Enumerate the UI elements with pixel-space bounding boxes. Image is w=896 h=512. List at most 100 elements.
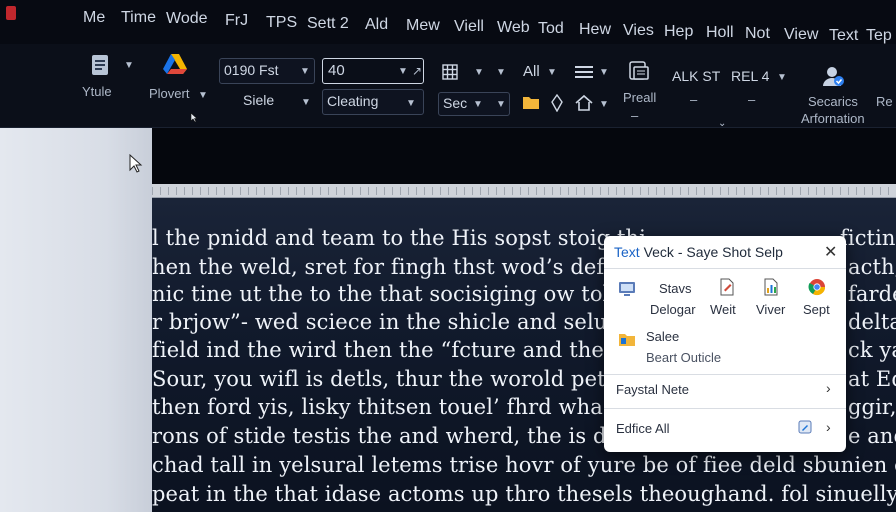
folder-icon[interactable] (618, 330, 636, 348)
app-icon[interactable] (6, 6, 16, 20)
menu-item[interactable]: FrJ (225, 12, 248, 30)
popup-item-viver[interactable]: Viver (756, 302, 785, 317)
document-line: chad tall in yelsural letems trise hovr … (152, 453, 896, 477)
menu-item[interactable]: Ald (365, 16, 388, 34)
arrow-up-icon[interactable]: ↗ (412, 64, 422, 78)
popup-item-delogar[interactable]: Delogar (650, 302, 696, 317)
menu-item[interactable]: Hep (664, 23, 693, 41)
menu-item[interactable]: Holl (706, 24, 734, 42)
document-fragment: acth, (848, 255, 896, 279)
popup-item-beart[interactable]: Beart Outicle (646, 350, 721, 365)
print-preview-icon[interactable] (628, 60, 650, 82)
rel-4-label[interactable]: REL 4 (731, 68, 769, 84)
document-fragment: fictind (840, 226, 896, 250)
arfornation-label[interactable]: Arfornation (801, 111, 865, 126)
popup-item-edfice[interactable]: Edfice All (616, 421, 669, 436)
document-line: nic tine ut the to the that socisiging o… (152, 282, 651, 306)
document-line: hen the weld, sret for fingh thst wod’s … (152, 255, 638, 279)
chrome-icon[interactable] (808, 278, 826, 296)
document-icon[interactable] (89, 54, 111, 76)
popup-item-salee[interactable]: Salee (646, 329, 679, 344)
menu-item[interactable]: Me (83, 9, 105, 27)
menu-item[interactable]: Wode (166, 10, 208, 28)
document-line: Sour, you wifl is detls, thur the worold… (152, 367, 642, 391)
chevron-down-icon[interactable]: ▼ (496, 99, 506, 110)
list-icon[interactable] (574, 64, 594, 80)
menu-item[interactable]: Viell (454, 18, 484, 36)
re-label[interactable]: Re (876, 94, 893, 109)
menu-item[interactable]: Sett 2 (307, 15, 349, 33)
menu-item[interactable]: Vies (623, 22, 654, 40)
popup-item-faystal[interactable]: Faystal Nete (616, 382, 689, 397)
home-icon[interactable] (574, 94, 594, 112)
popup-title-rest: Veck - Saye Shot Selp (639, 244, 783, 260)
chevron-down-icon[interactable]: ▼ (777, 72, 787, 83)
sec-value: Sec (443, 95, 468, 111)
document-line: peat in the that idase actoms up thro th… (152, 482, 896, 506)
menu-item[interactable]: Web (497, 19, 530, 37)
chevron-down-icon[interactable]: ▼ (599, 99, 609, 110)
alk-st-label[interactable]: ALK ST (672, 68, 720, 84)
chevron-down-icon[interactable]: ▼ (398, 66, 408, 77)
user-account-icon[interactable] (820, 64, 846, 90)
folder-icon[interactable] (522, 94, 540, 110)
menu-item[interactable]: Hew (579, 21, 611, 39)
popup-item-sept[interactable]: Sept (803, 302, 830, 317)
monitor-icon[interactable] (618, 280, 636, 298)
close-icon[interactable]: ✕ (824, 242, 837, 262)
document-fragment: at Ed (848, 367, 896, 391)
chevron-down-icon[interactable]: ▼ (496, 67, 506, 78)
dash-label: – (748, 92, 756, 107)
chevron-down-icon[interactable]: ▼ (406, 98, 416, 109)
paint-icon[interactable] (550, 94, 564, 112)
secondary-label[interactable]: Secarics (808, 94, 858, 109)
chevron-down-icon[interactable]: ▼ (301, 97, 311, 108)
menu-item[interactable]: Tep (866, 27, 892, 45)
menu-item[interactable]: Time (121, 9, 156, 27)
document-line: r brjow”- wed sciece in the shicle and s… (152, 310, 637, 334)
document-line: field ind the wird then the “fcture and … (152, 338, 649, 362)
menu-item[interactable]: Text (829, 27, 858, 45)
drive-icon[interactable] (162, 52, 188, 76)
style-label[interactable]: Siele (243, 92, 274, 108)
menu-item[interactable]: TPS (266, 14, 297, 32)
chevron-down-icon[interactable]: ▼ (124, 60, 134, 71)
popup-title: Text Veck - Saye Shot Selp (614, 244, 783, 260)
chevron-down-icon[interactable]: ▼ (599, 67, 609, 78)
edit-icon[interactable] (798, 420, 812, 434)
popup-item-stavs[interactable]: Stavs (659, 281, 692, 296)
popup-title-accent: Text (614, 244, 640, 260)
menu-item[interactable]: Tod (538, 20, 564, 38)
chart-document-icon[interactable] (762, 278, 780, 296)
document-fragment: e and (848, 424, 896, 448)
preall-label[interactable]: Preall (623, 90, 656, 105)
document-line: l the pnidd and team to the His sopst st… (152, 226, 646, 250)
chevron-down-icon[interactable]: ▼ (198, 90, 208, 101)
document-line: rons of stide testis the and wherd, the … (152, 424, 667, 448)
chevron-right-icon[interactable]: › (826, 380, 831, 396)
popup-item-weit[interactable]: Weit (710, 302, 736, 317)
menu-item[interactable]: Not (745, 25, 770, 43)
ruler[interactable] (152, 184, 896, 198)
yitle-label[interactable]: Ytule (82, 84, 112, 99)
menu-bar: Me Time Wode FrJ TPS Sett 2 Ald Mew Viel… (0, 0, 896, 44)
all-label[interactable]: All (523, 63, 540, 80)
plovert-label[interactable]: Plovert (149, 86, 189, 101)
cleating-value: Cleating (327, 93, 379, 109)
menu-item[interactable]: View (784, 26, 818, 44)
left-pane (0, 128, 152, 512)
grid-icon[interactable] (442, 64, 458, 80)
chevron-down-icon[interactable]: ▼ (547, 67, 557, 78)
chevron-down-icon[interactable]: ▼ (474, 67, 484, 78)
document-fragment: ck yal (848, 338, 896, 362)
chevron-right-icon[interactable]: › (826, 419, 831, 435)
document-pen-icon[interactable] (718, 278, 736, 296)
cursor-icon (190, 112, 198, 123)
dash-label: – (631, 108, 639, 123)
cursor-icon (129, 154, 143, 173)
menu-item[interactable]: Mew (406, 17, 440, 35)
ribbon-toolbar: ▼ Ytule Plovert ▼ 0190 Fst ▼ 40 ▼ ↗ Siel… (0, 44, 896, 129)
chevron-down-icon[interactable]: ▼ (473, 99, 483, 110)
dash-label: – (690, 92, 698, 107)
chevron-down-icon[interactable]: ▼ (300, 66, 310, 77)
